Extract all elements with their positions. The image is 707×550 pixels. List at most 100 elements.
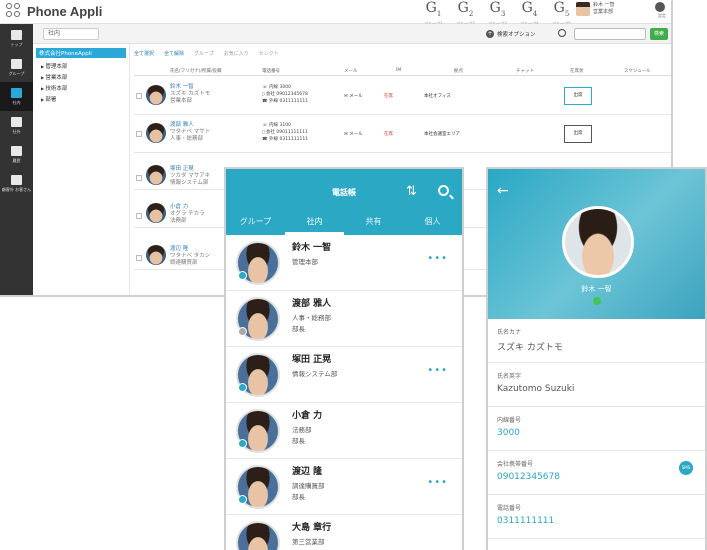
- search-icon: [558, 29, 566, 37]
- org-icon: [11, 87, 22, 98]
- row-checkbox[interactable]: [136, 255, 142, 261]
- select-action[interactable]: セレクト: [259, 50, 279, 57]
- table-row[interactable]: 渡部 雅人 ワタナベ マサト 人事・総務部 ☏ 内線 3100 ▯ 会社 090111…: [134, 116, 671, 153]
- group-action[interactable]: グループ: [194, 50, 214, 57]
- tree-node[interactable]: 技術本部: [33, 82, 129, 93]
- tree-node[interactable]: 営業本部: [33, 71, 129, 82]
- group-button-5[interactable]: G5グループ5: [550, 1, 573, 27]
- contact-list-item[interactable]: 塚田 正晃 情報システム部 •••: [226, 347, 462, 403]
- contact-card-icon: [11, 116, 22, 127]
- history-icon: [11, 145, 22, 156]
- field-phone[interactable]: 電話番号 0311111111: [488, 495, 705, 539]
- group-button-4[interactable]: G4グループ4: [518, 1, 541, 27]
- sidebar-item-customer[interactable]: 顧客外 お客さん: [0, 169, 33, 198]
- group-icon: [11, 58, 22, 69]
- tree-node[interactable]: 部署: [33, 93, 129, 104]
- mail-icon[interactable]: ✉ メール: [344, 93, 363, 99]
- group-button-3[interactable]: G3グループ3: [486, 1, 509, 27]
- tab-personal[interactable]: 個人: [403, 211, 462, 235]
- sort-icon[interactable]: ⇅: [406, 184, 417, 199]
- contact-list-item[interactable]: 大島 章行 第三営業部: [226, 515, 462, 550]
- settings-label: 設定: [658, 13, 666, 18]
- contact-name: 鈴木 一智: [581, 285, 612, 293]
- row-checkbox[interactable]: [136, 131, 142, 137]
- breadcrumb[interactable]: 社内: [43, 28, 99, 40]
- phone-contact-list: 電話帳 ⇅ グループ 社内 共有 個人 鈴木 一智 管理本部 ••• 渡部 雅人…: [224, 167, 464, 550]
- table-actions: 全て選択 全て解除 グループ お気に入り セレクト: [134, 50, 279, 57]
- tab-group[interactable]: グループ: [226, 211, 285, 235]
- sidebar-item-top[interactable]: トップ: [0, 24, 33, 53]
- table-row[interactable]: 鈴木 一智 スズキ カズトモ 営業本部 ☏ 内線 3000 ▯ 会社 09012345…: [134, 78, 671, 115]
- row-checkbox[interactable]: [136, 213, 142, 219]
- avatar: [146, 85, 166, 105]
- advanced-search-option[interactable]: + 検索オプション: [486, 30, 536, 38]
- search-button[interactable]: 検索: [650, 28, 668, 40]
- avatar: [236, 521, 280, 550]
- field-kana: 氏名カナ スズキ カズトモ: [488, 319, 705, 363]
- sidebar-item-internal[interactable]: 社内: [0, 82, 33, 111]
- more-options-icon[interactable]: •••: [427, 477, 448, 488]
- status-badge: 在席: [384, 132, 393, 137]
- status-badge: [238, 327, 247, 336]
- mail-icon[interactable]: ✉ メール: [344, 131, 363, 137]
- location-label: 本社会議室エリア: [424, 132, 460, 137]
- pin-icon: [11, 174, 22, 185]
- tab-internal[interactable]: 社内: [285, 211, 344, 235]
- status-badge: [238, 383, 247, 392]
- online-status-icon: [593, 297, 601, 305]
- contact-list-item[interactable]: 小倉 力 法務部 部長: [226, 403, 462, 459]
- org-tree: 株式会社PhoneAppli 管理本部 営業本部 技術本部 部署: [33, 44, 130, 295]
- field-extension[interactable]: 内線番号 3000: [488, 407, 705, 451]
- sidebar: トップ グループ 社内 社外 履歴 顧客外 お客さん: [0, 24, 33, 295]
- more-options-icon[interactable]: •••: [427, 365, 448, 376]
- sidebar-item-group[interactable]: グループ: [0, 53, 33, 82]
- app-title: Phone Appli: [27, 3, 103, 19]
- phone-header: 電話帳 ⇅ グループ 社内 共有 個人: [226, 169, 462, 235]
- gear-icon[interactable]: [655, 2, 665, 12]
- sidebar-item-history[interactable]: 履歴: [0, 140, 33, 169]
- sidebar-item-external[interactable]: 社外: [0, 111, 33, 140]
- plus-icon: +: [486, 30, 494, 38]
- search-input[interactable]: [574, 28, 646, 40]
- row-checkbox[interactable]: [136, 93, 142, 99]
- phonebook-title: 電話帳: [332, 188, 356, 197]
- search-icon[interactable]: [438, 185, 449, 196]
- contact-list-item[interactable]: 鈴木 一智 管理本部 •••: [226, 235, 462, 291]
- avatar: [146, 165, 166, 185]
- back-arrow-icon[interactable]: ←: [497, 183, 509, 199]
- field-mobile[interactable]: 会社携帯番号 09012345678 SMS: [488, 451, 705, 495]
- tree-root[interactable]: 株式会社PhoneAppli: [36, 48, 126, 58]
- field-english-name: 氏名英字 Kazutomo Suzuki: [488, 363, 705, 407]
- tree-node[interactable]: 管理本部: [33, 60, 129, 71]
- phone-tabs: グループ 社内 共有 個人: [226, 211, 462, 235]
- deselect-all-link[interactable]: 全て解除: [164, 50, 184, 57]
- toolbar: 社内 + 検索オプション 検索: [33, 24, 671, 44]
- row-checkbox[interactable]: [136, 175, 142, 181]
- group-button-2[interactable]: G2グループ2: [454, 1, 477, 27]
- avatar: [146, 123, 166, 143]
- app-logo[interactable]: Phone Appli: [6, 3, 102, 19]
- sms-icon[interactable]: SMS: [679, 461, 693, 475]
- more-options-icon[interactable]: •••: [427, 253, 448, 264]
- phone-contact-detail: ← 鈴木 一智 氏名カナ スズキ カズトモ 氏名英字 Kazutomo Suzu…: [486, 167, 707, 550]
- avatar: [576, 2, 590, 16]
- status-badge: [238, 271, 247, 280]
- presence-box: 出席: [564, 125, 592, 143]
- tab-shared[interactable]: 共有: [344, 211, 403, 235]
- detail-header: ← 鈴木 一智: [488, 169, 705, 319]
- avatar: [562, 206, 634, 278]
- table-header: 氏名(フリガナ)/所属/役職 電話番号 メール IM 拠点 チャット 在席状 ス…: [134, 66, 671, 76]
- contact-list-item[interactable]: 渡辺 隆 調達購買部 部長 •••: [226, 459, 462, 515]
- status-badge: [238, 439, 247, 448]
- top-bar: Phone Appli G1グループ1 G2グループ2 G3グループ3 G4グル…: [0, 0, 671, 27]
- favorite-action[interactable]: お気に入り: [224, 50, 249, 57]
- contact-list-item[interactable]: 渡部 雅人 人事・総務部 部長: [226, 291, 462, 347]
- status-badge: [238, 495, 247, 504]
- logo-icon: [6, 3, 22, 19]
- status-badge: 在席: [384, 94, 393, 99]
- select-all-link[interactable]: 全て選択: [134, 50, 154, 57]
- location-label: 本社オフィス: [424, 94, 451, 99]
- current-user[interactable]: 鈴木 一智 営業本部: [576, 2, 615, 16]
- group-button-1[interactable]: G1グループ1: [422, 1, 445, 27]
- avatar: [146, 245, 166, 265]
